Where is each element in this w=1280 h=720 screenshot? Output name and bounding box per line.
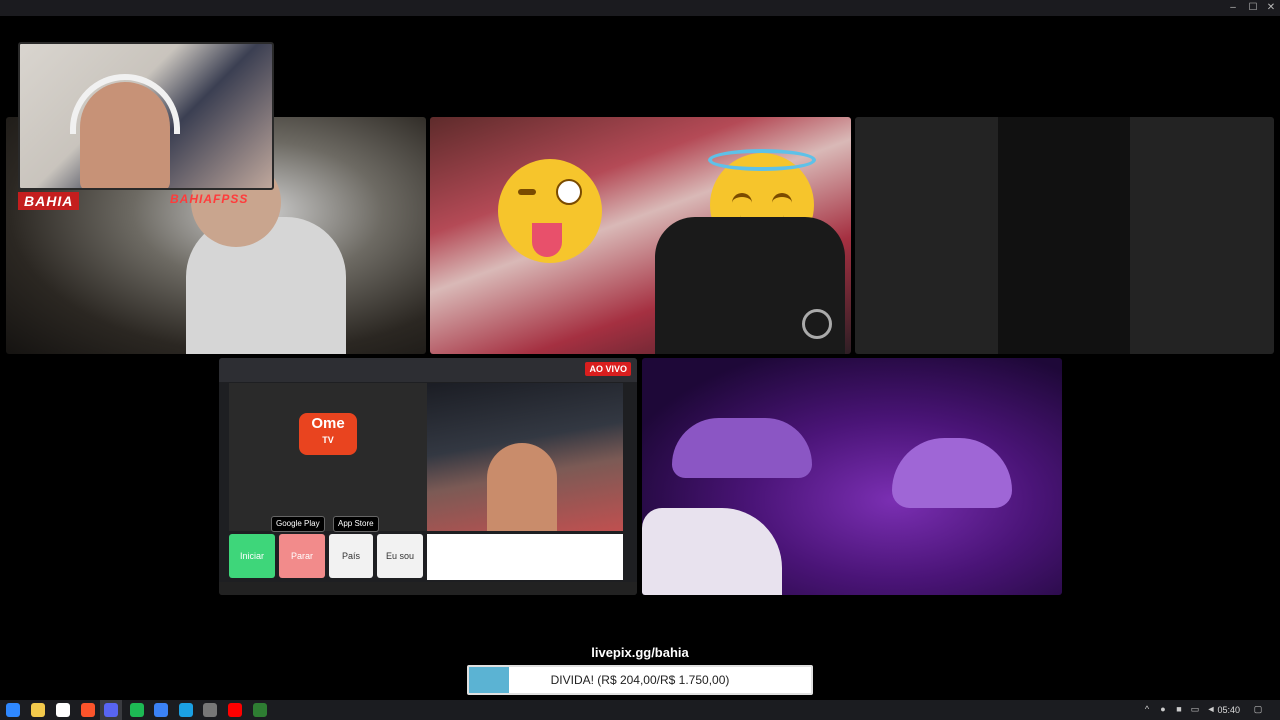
headset-icon	[70, 74, 180, 134]
mushroom-shape	[892, 438, 1012, 508]
taskbar-clock[interactable]: 05:40	[1217, 700, 1240, 720]
streamer-webcam	[427, 383, 623, 531]
google-play-badge[interactable]: Google Play	[271, 516, 325, 532]
brand-right: BAHIAFPSS	[170, 192, 249, 206]
obs-icon[interactable]	[203, 703, 217, 717]
video-tile-3	[855, 117, 1274, 354]
windows-start-icon[interactable]	[6, 703, 20, 717]
spotify-icon[interactable]	[130, 703, 144, 717]
shared-screen-taskbar	[219, 582, 637, 595]
discord-icon[interactable]	[104, 703, 118, 717]
country-button[interactable]: País	[329, 534, 373, 578]
i-am-button[interactable]: Eu sou	[377, 534, 423, 578]
app-store-badge[interactable]: App Store	[333, 516, 379, 532]
donation-url: livepix.gg/bahia	[591, 645, 689, 660]
start-button[interactable]: Iniciar	[229, 534, 275, 578]
terminal-icon[interactable]	[253, 703, 267, 717]
player-cap	[642, 508, 782, 595]
streamer-webcam-overlay	[18, 42, 274, 190]
chat-panel	[427, 534, 623, 580]
tray-app-icon[interactable]: ■	[1173, 703, 1185, 715]
streamer-logo-icon	[802, 309, 832, 339]
video-tile-screenshare: AO VIVO Ome TV Google Play App Store Ini…	[219, 358, 637, 595]
video-tile-game	[642, 358, 1062, 595]
browser-toolbar	[219, 358, 637, 382]
empty-video-panel	[998, 117, 1130, 354]
ome-logo-text: Ome	[311, 415, 345, 432]
store-icon[interactable]	[56, 703, 70, 717]
donation-goal-bar: DIVIDA! (R$ 204,00/R$ 1.750,00)	[467, 665, 813, 695]
wink-emoji-icon	[498, 159, 602, 263]
app-a-icon[interactable]	[154, 703, 168, 717]
microphone-icon[interactable]: ●	[1157, 703, 1169, 715]
mushroom-shape	[672, 418, 812, 478]
stop-button[interactable]: Parar	[279, 534, 325, 578]
minimize-icon[interactable]: –	[1222, 0, 1244, 16]
window-titlebar: – ☐ ✕	[0, 0, 1280, 16]
file-explorer-icon[interactable]	[31, 703, 45, 717]
volume-icon[interactable]: ◄	[1205, 703, 1217, 715]
live-badge: AO VIVO	[585, 362, 631, 376]
ome-tv-panel: Ome TV Google Play App Store	[229, 383, 427, 532]
taskbar: ^ ● ■ ▭ ◄ 05:40 ▢	[0, 700, 1280, 720]
brave-icon[interactable]	[81, 703, 95, 717]
youtube-icon[interactable]	[228, 703, 242, 717]
network-icon[interactable]: ▭	[1189, 703, 1201, 715]
notification-icon[interactable]: ▢	[1252, 703, 1264, 715]
close-icon[interactable]: ✕	[1260, 0, 1280, 16]
brand-overlay: BAHIA BAHIAFPSS	[18, 192, 278, 214]
edge-icon[interactable]	[179, 703, 193, 717]
tray-chevron-icon[interactable]: ^	[1141, 703, 1153, 715]
video-tile-2	[430, 117, 851, 354]
brand-left: BAHIA	[18, 192, 80, 210]
ome-logo-sub: TV	[322, 435, 334, 445]
donation-goal-text: DIVIDA! (R$ 204,00/R$ 1.750,00)	[550, 673, 730, 687]
ome-tv-logo: Ome TV	[299, 413, 357, 455]
